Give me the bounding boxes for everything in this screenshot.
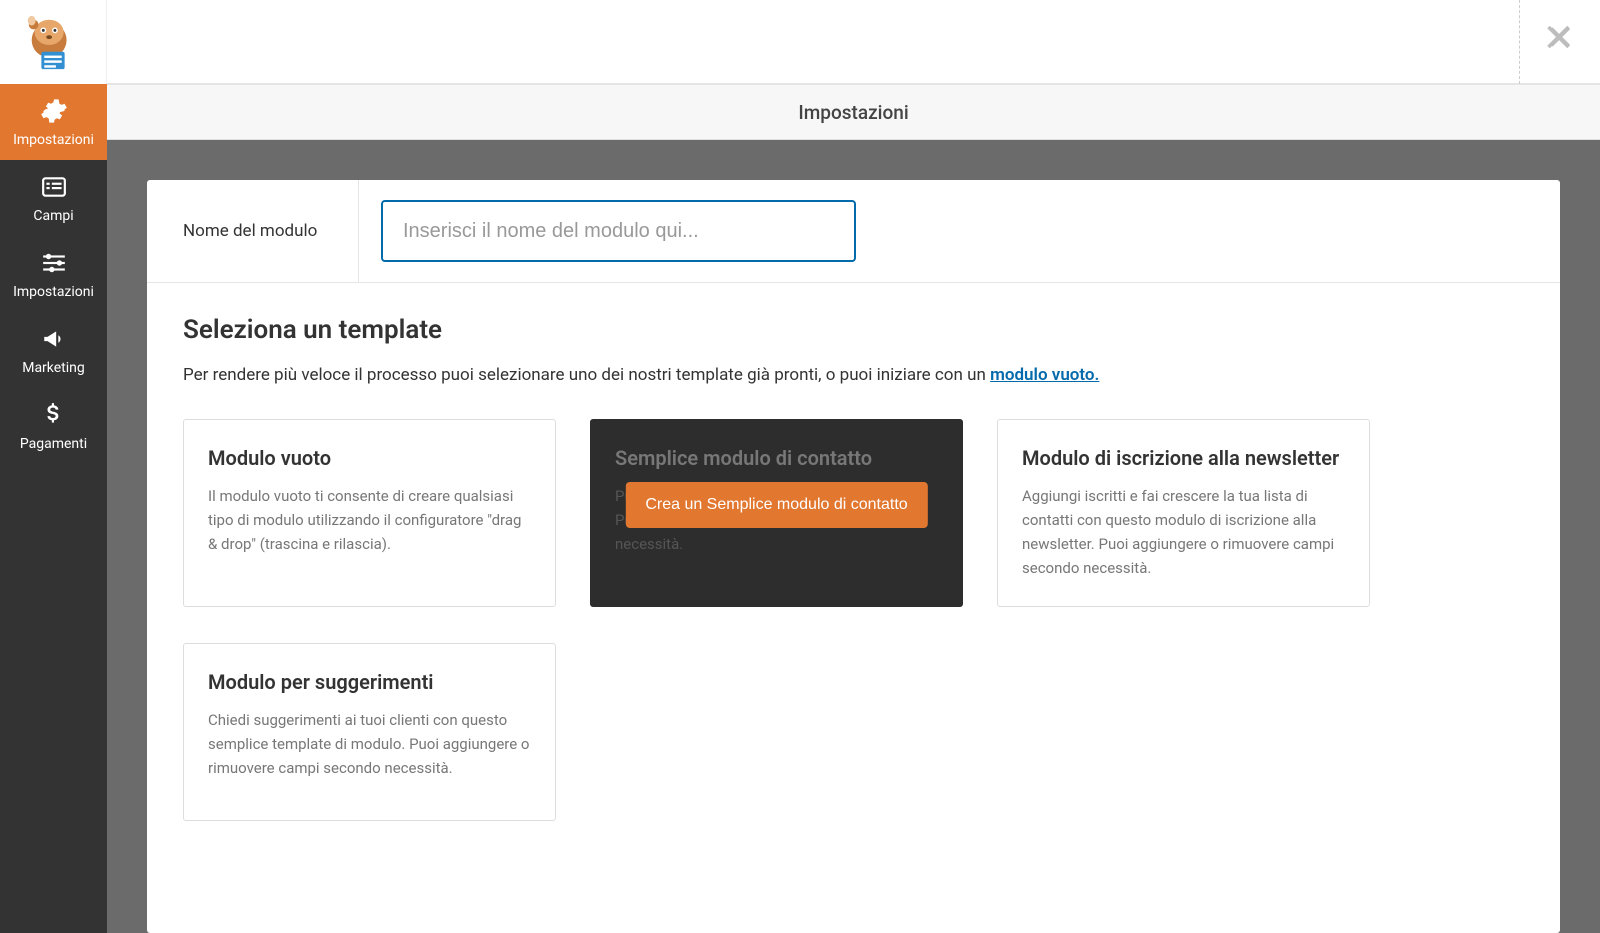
sliders-icon xyxy=(41,250,67,276)
template-grid: Modulo vuoto Il modulo vuoto ti consente… xyxy=(183,419,1524,821)
template-card-newsletter[interactable]: Modulo di iscrizione alla newsletter Agg… xyxy=(997,419,1370,607)
sidebar-item-payments[interactable]: Pagamenti xyxy=(0,388,107,464)
sidebar-item-label: Pagamenti xyxy=(20,436,87,452)
blank-template-link[interactable]: modulo vuoto. xyxy=(990,365,1099,385)
template-card-desc: Chiedi suggerimenti ai tuoi clienti con … xyxy=(208,708,531,780)
template-card-desc: Aggiungi iscritti e fai crescere la tua … xyxy=(1022,484,1345,580)
template-card-suggestions[interactable]: Modulo per suggerimenti Chiedi suggerime… xyxy=(183,643,556,821)
templates-section: Seleziona un template Per rendere più ve… xyxy=(147,283,1560,857)
sidebar-item-fields[interactable]: Campi xyxy=(0,160,107,236)
dollar-icon xyxy=(43,402,65,428)
logo xyxy=(0,0,107,84)
wpforms-logo-icon xyxy=(22,11,84,73)
divider xyxy=(1519,0,1520,84)
form-name-input[interactable] xyxy=(381,200,856,262)
sidebar-item-setup[interactable]: Impostazioni xyxy=(0,84,107,160)
top-bar xyxy=(107,0,1600,84)
create-template-button[interactable]: Crea un Semplice modulo di contatto xyxy=(625,482,927,528)
template-card-title: Modulo vuoto xyxy=(208,446,531,470)
template-card-contact[interactable]: Semplice modulo di contatto Puoi creare … xyxy=(590,419,963,607)
template-card-desc: Il modulo vuoto ti consente di creare qu… xyxy=(208,484,531,556)
template-card-title: Semplice modulo di contatto xyxy=(615,446,938,470)
sidebar-item-label: Marketing xyxy=(22,360,85,376)
bullhorn-icon xyxy=(41,326,67,352)
sidebar-item-marketing[interactable]: Marketing xyxy=(0,312,107,388)
close-button[interactable] xyxy=(1546,22,1576,56)
close-icon xyxy=(1546,22,1576,52)
setup-panel: Nome del modulo Seleziona un template Pe… xyxy=(147,180,1560,933)
template-card-title: Modulo per suggerimenti xyxy=(208,670,531,694)
templates-subtitle: Per rendere più veloce il processo puoi … xyxy=(183,363,1524,389)
panel-title: Impostazioni xyxy=(798,101,908,124)
form-name-row: Nome del modulo xyxy=(147,180,1560,283)
sidebar: Impostazioni Campi Impostazioni Marketin… xyxy=(0,0,107,933)
template-card-title: Modulo di iscrizione alla newsletter xyxy=(1022,446,1345,470)
template-card-blank[interactable]: Modulo vuoto Il modulo vuoto ti consente… xyxy=(183,419,556,607)
content-backdrop: Nome del modulo Seleziona un template Pe… xyxy=(107,140,1600,933)
sidebar-item-label: Impostazioni xyxy=(13,284,94,300)
panel-header: Impostazioni xyxy=(107,84,1600,140)
gear-icon xyxy=(40,98,68,124)
form-name-label: Nome del modulo xyxy=(147,180,359,282)
main-area: Impostazioni Nome del modulo Seleziona u… xyxy=(107,0,1600,933)
list-icon xyxy=(41,174,67,200)
sidebar-item-settings[interactable]: Impostazioni xyxy=(0,236,107,312)
sidebar-item-label: Impostazioni xyxy=(13,132,94,148)
templates-title: Seleziona un template xyxy=(183,315,1524,345)
sidebar-item-label: Campi xyxy=(33,208,73,224)
